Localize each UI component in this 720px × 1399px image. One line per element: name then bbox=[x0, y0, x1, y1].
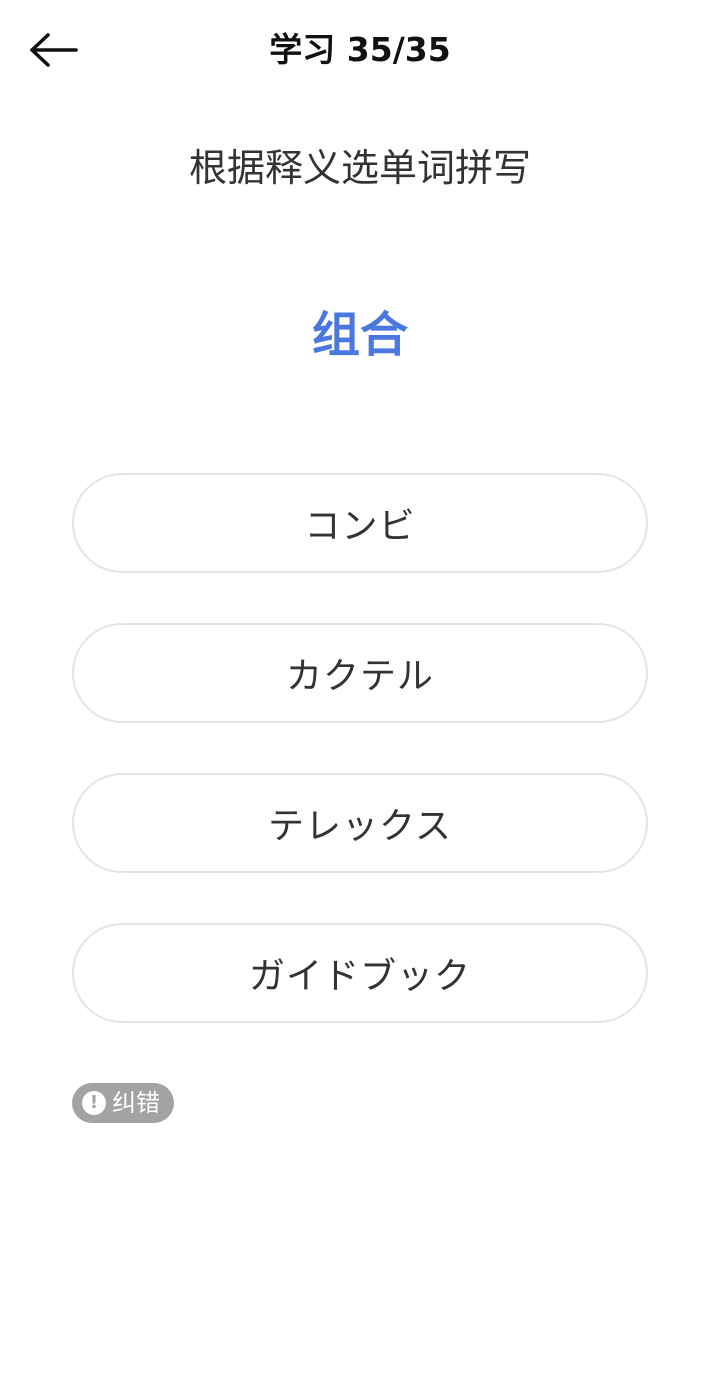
back-button[interactable] bbox=[22, 24, 86, 76]
option-button-2[interactable]: カクテル bbox=[72, 623, 648, 723]
page-title: 学习 35/35 bbox=[269, 30, 451, 69]
word-meaning: 组合 bbox=[311, 307, 408, 363]
answer-options: コンビ カクテル テレックス ガイドブック bbox=[72, 473, 648, 1073]
option-button-4[interactable]: ガイドブック bbox=[72, 923, 648, 1023]
report-error-button[interactable]: ! 纠错 bbox=[72, 1083, 174, 1123]
header-bar: 学习 35/35 bbox=[0, 0, 720, 100]
option-button-1[interactable]: コンビ bbox=[72, 473, 648, 573]
option-button-3[interactable]: テレックス bbox=[72, 773, 648, 873]
exclamation-glyph: ! bbox=[89, 1092, 99, 1113]
arrow-left-icon bbox=[30, 33, 78, 67]
exclamation-circle-icon: ! bbox=[82, 1091, 106, 1115]
question-instruction: 根据释义选单词拼写 bbox=[188, 146, 531, 190]
report-error-label: 纠错 bbox=[112, 1089, 160, 1117]
